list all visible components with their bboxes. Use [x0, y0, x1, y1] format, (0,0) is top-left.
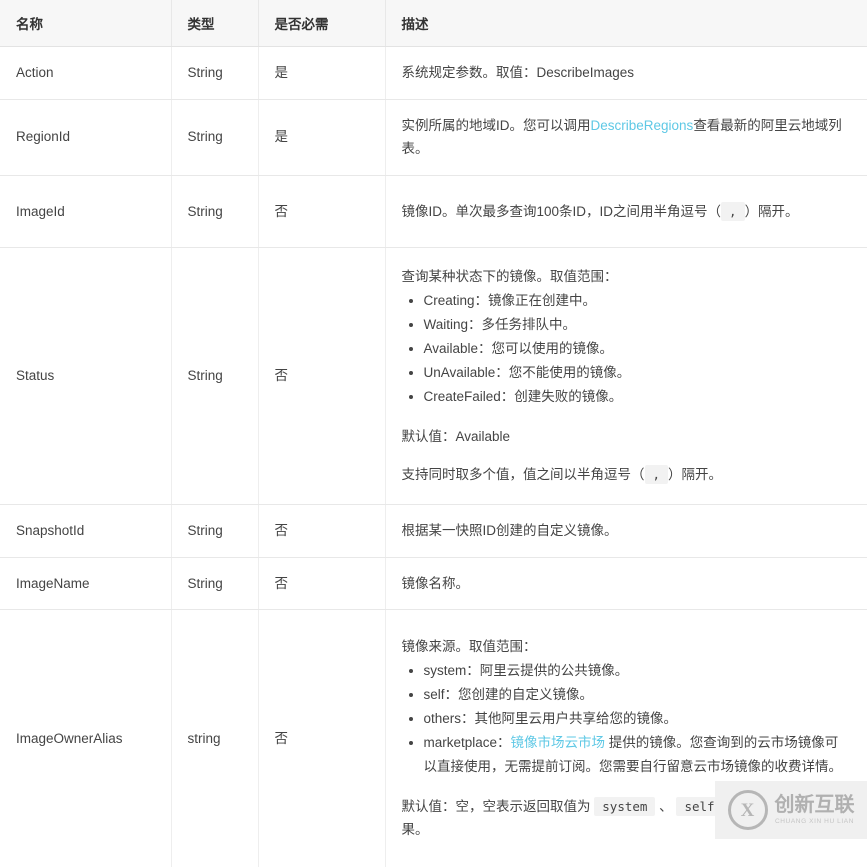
marketplace-before-link: marketplace：: [423, 734, 511, 750]
desc-text: 根据某一快照ID创建的自定义镜像。: [401, 522, 618, 538]
image-marketplace-link[interactable]: 镜像市场云市场: [511, 735, 606, 750]
others-code-span: others: [743, 796, 805, 816]
param-required: 否: [258, 247, 386, 505]
desc-text-before-link: 实例所属的地域ID。您可以调用: [401, 117, 591, 133]
param-description: 镜像ID。单次最多查询100条ID，ID之间用半角逗号（, ）隔开。: [385, 175, 867, 248]
table-body: Action String 是 系统规定参数。取值：DescribeImages…: [0, 46, 867, 867]
param-name: RegionId: [0, 99, 172, 176]
system-code-span: system: [594, 796, 656, 816]
desc-text-after-code: ）隔开。: [744, 203, 799, 219]
list-item: self：您创建的自定义镜像。: [424, 683, 852, 707]
param-name: Action: [0, 46, 172, 100]
table-header-row: 名称 类型 是否必需 描述: [0, 0, 867, 47]
list-item: others：其他阿里云用户共享给您的镜像。: [424, 707, 852, 731]
param-required: 否: [258, 609, 386, 867]
param-required: 否: [258, 557, 386, 611]
param-description: 实例所属的地域ID。您可以调用DescribeRegions查看最新的阿里云地域…: [385, 99, 867, 176]
comma-code-span: ,: [721, 201, 745, 221]
param-description: 根据某一快照ID创建的自定义镜像。: [385, 504, 867, 558]
table-row: ImageId String 否 镜像ID。单次最多查询100条ID，ID之间用…: [0, 175, 867, 248]
desc-text: 镜像名称。: [401, 575, 470, 591]
param-type: String: [171, 504, 259, 558]
default-value-note: 默认值：空，空表示返回取值为 system 、 self 及 others 的结…: [402, 795, 852, 842]
list-item: Creating：镜像正在创建中。: [424, 289, 852, 313]
list-item: UnAvailable：您不能使用的镜像。: [424, 361, 852, 385]
column-header-type: 类型: [171, 0, 259, 47]
param-name: ImageOwnerAlias: [0, 609, 172, 867]
param-type: String: [171, 557, 259, 611]
param-description: 镜像来源。取值范围： system：阿里云提供的公共镜像。 self：您创建的自…: [385, 610, 867, 867]
list-item: Available：您可以使用的镜像。: [424, 337, 852, 361]
table-row: SnapshotId String 否 根据某一快照ID创建的自定义镜像。: [0, 504, 867, 558]
param-required: 是: [258, 99, 386, 176]
table-header: 名称 类型 是否必需 描述: [0, 0, 867, 47]
describe-regions-link[interactable]: DescribeRegions: [591, 118, 694, 133]
desc-text: 镜像ID。单次最多查询100条ID，ID之间用半角逗号（, ）隔开。: [402, 200, 852, 224]
param-description: 镜像名称。: [385, 557, 867, 611]
param-type: String: [171, 46, 259, 100]
param-type: string: [171, 609, 259, 867]
desc-lead: 镜像来源。取值范围：: [401, 638, 537, 654]
param-name: ImageName: [0, 557, 172, 611]
param-type: String: [171, 247, 259, 505]
default-mid1: 、: [655, 798, 677, 814]
table-row: ImageName String 否 镜像名称。: [0, 557, 867, 611]
param-description: 系统规定参数。取值：DescribeImages: [385, 46, 867, 100]
column-header-description: 描述: [385, 0, 867, 47]
multi-note-before-code: 支持同时取多个值，值之间以半角逗号（: [401, 466, 645, 482]
default-mid2: 及: [722, 798, 744, 814]
desc-text-before-code: 镜像ID。单次最多查询100条ID，ID之间用半角逗号（: [401, 203, 722, 219]
status-value-list: Creating：镜像正在创建中。 Waiting：多任务排队中。 Availa…: [402, 289, 852, 409]
comma-code-span: ,: [644, 464, 669, 484]
param-type: String: [171, 175, 259, 248]
table-row: ImageOwnerAlias string 否 镜像来源。取值范围： syst…: [0, 609, 867, 867]
list-item: system：阿里云提供的公共镜像。: [424, 659, 852, 683]
self-code-span: self: [676, 796, 723, 816]
multi-value-note: 支持同时取多个值，值之间以半角逗号（, ）隔开。: [402, 463, 852, 487]
table-row: Action String 是 系统规定参数。取值：DescribeImages: [0, 46, 867, 100]
param-name: ImageId: [0, 175, 172, 248]
list-item: CreateFailed：创建失败的镜像。: [424, 385, 852, 409]
desc-text: 实例所属的地域ID。您可以调用DescribeRegions查看最新的阿里云地域…: [402, 114, 852, 161]
param-name: Status: [0, 247, 172, 505]
param-required: 是: [258, 46, 386, 100]
desc-lead: 查询某种状态下的镜像。取值范围：: [401, 269, 618, 285]
image-owner-list: system：阿里云提供的公共镜像。 self：您创建的自定义镜像。 other…: [402, 659, 852, 779]
list-item: Waiting：多任务排队中。: [424, 313, 852, 337]
table-row: RegionId String 是 实例所属的地域ID。您可以调用Describ…: [0, 99, 867, 176]
param-required: 否: [258, 175, 386, 248]
multi-note-after-code: ）隔开。: [668, 466, 723, 482]
desc-text: 系统规定参数。取值：DescribeImages: [401, 65, 635, 80]
param-required: 否: [258, 504, 386, 558]
default-value-note: 默认值：Available: [401, 429, 511, 445]
table-row: Status String 否 查询某种状态下的镜像。取值范围： Creatin…: [0, 247, 867, 505]
list-item-marketplace: marketplace：镜像市场云市场 提供的镜像。您查询到的云市场镜像可以直接…: [424, 731, 852, 779]
column-header-name: 名称: [0, 0, 172, 47]
default-before-code1: 默认值：空，空表示返回取值为: [401, 798, 595, 814]
param-description: 查询某种状态下的镜像。取值范围： Creating：镜像正在创建中。 Waiti…: [385, 247, 867, 505]
param-name: SnapshotId: [0, 504, 172, 558]
api-parameters-table: 名称 类型 是否必需 描述 Action String 是 系统规定参数。取值：…: [0, 0, 867, 867]
param-type: String: [171, 99, 259, 176]
column-header-required: 是否必需: [258, 0, 386, 47]
